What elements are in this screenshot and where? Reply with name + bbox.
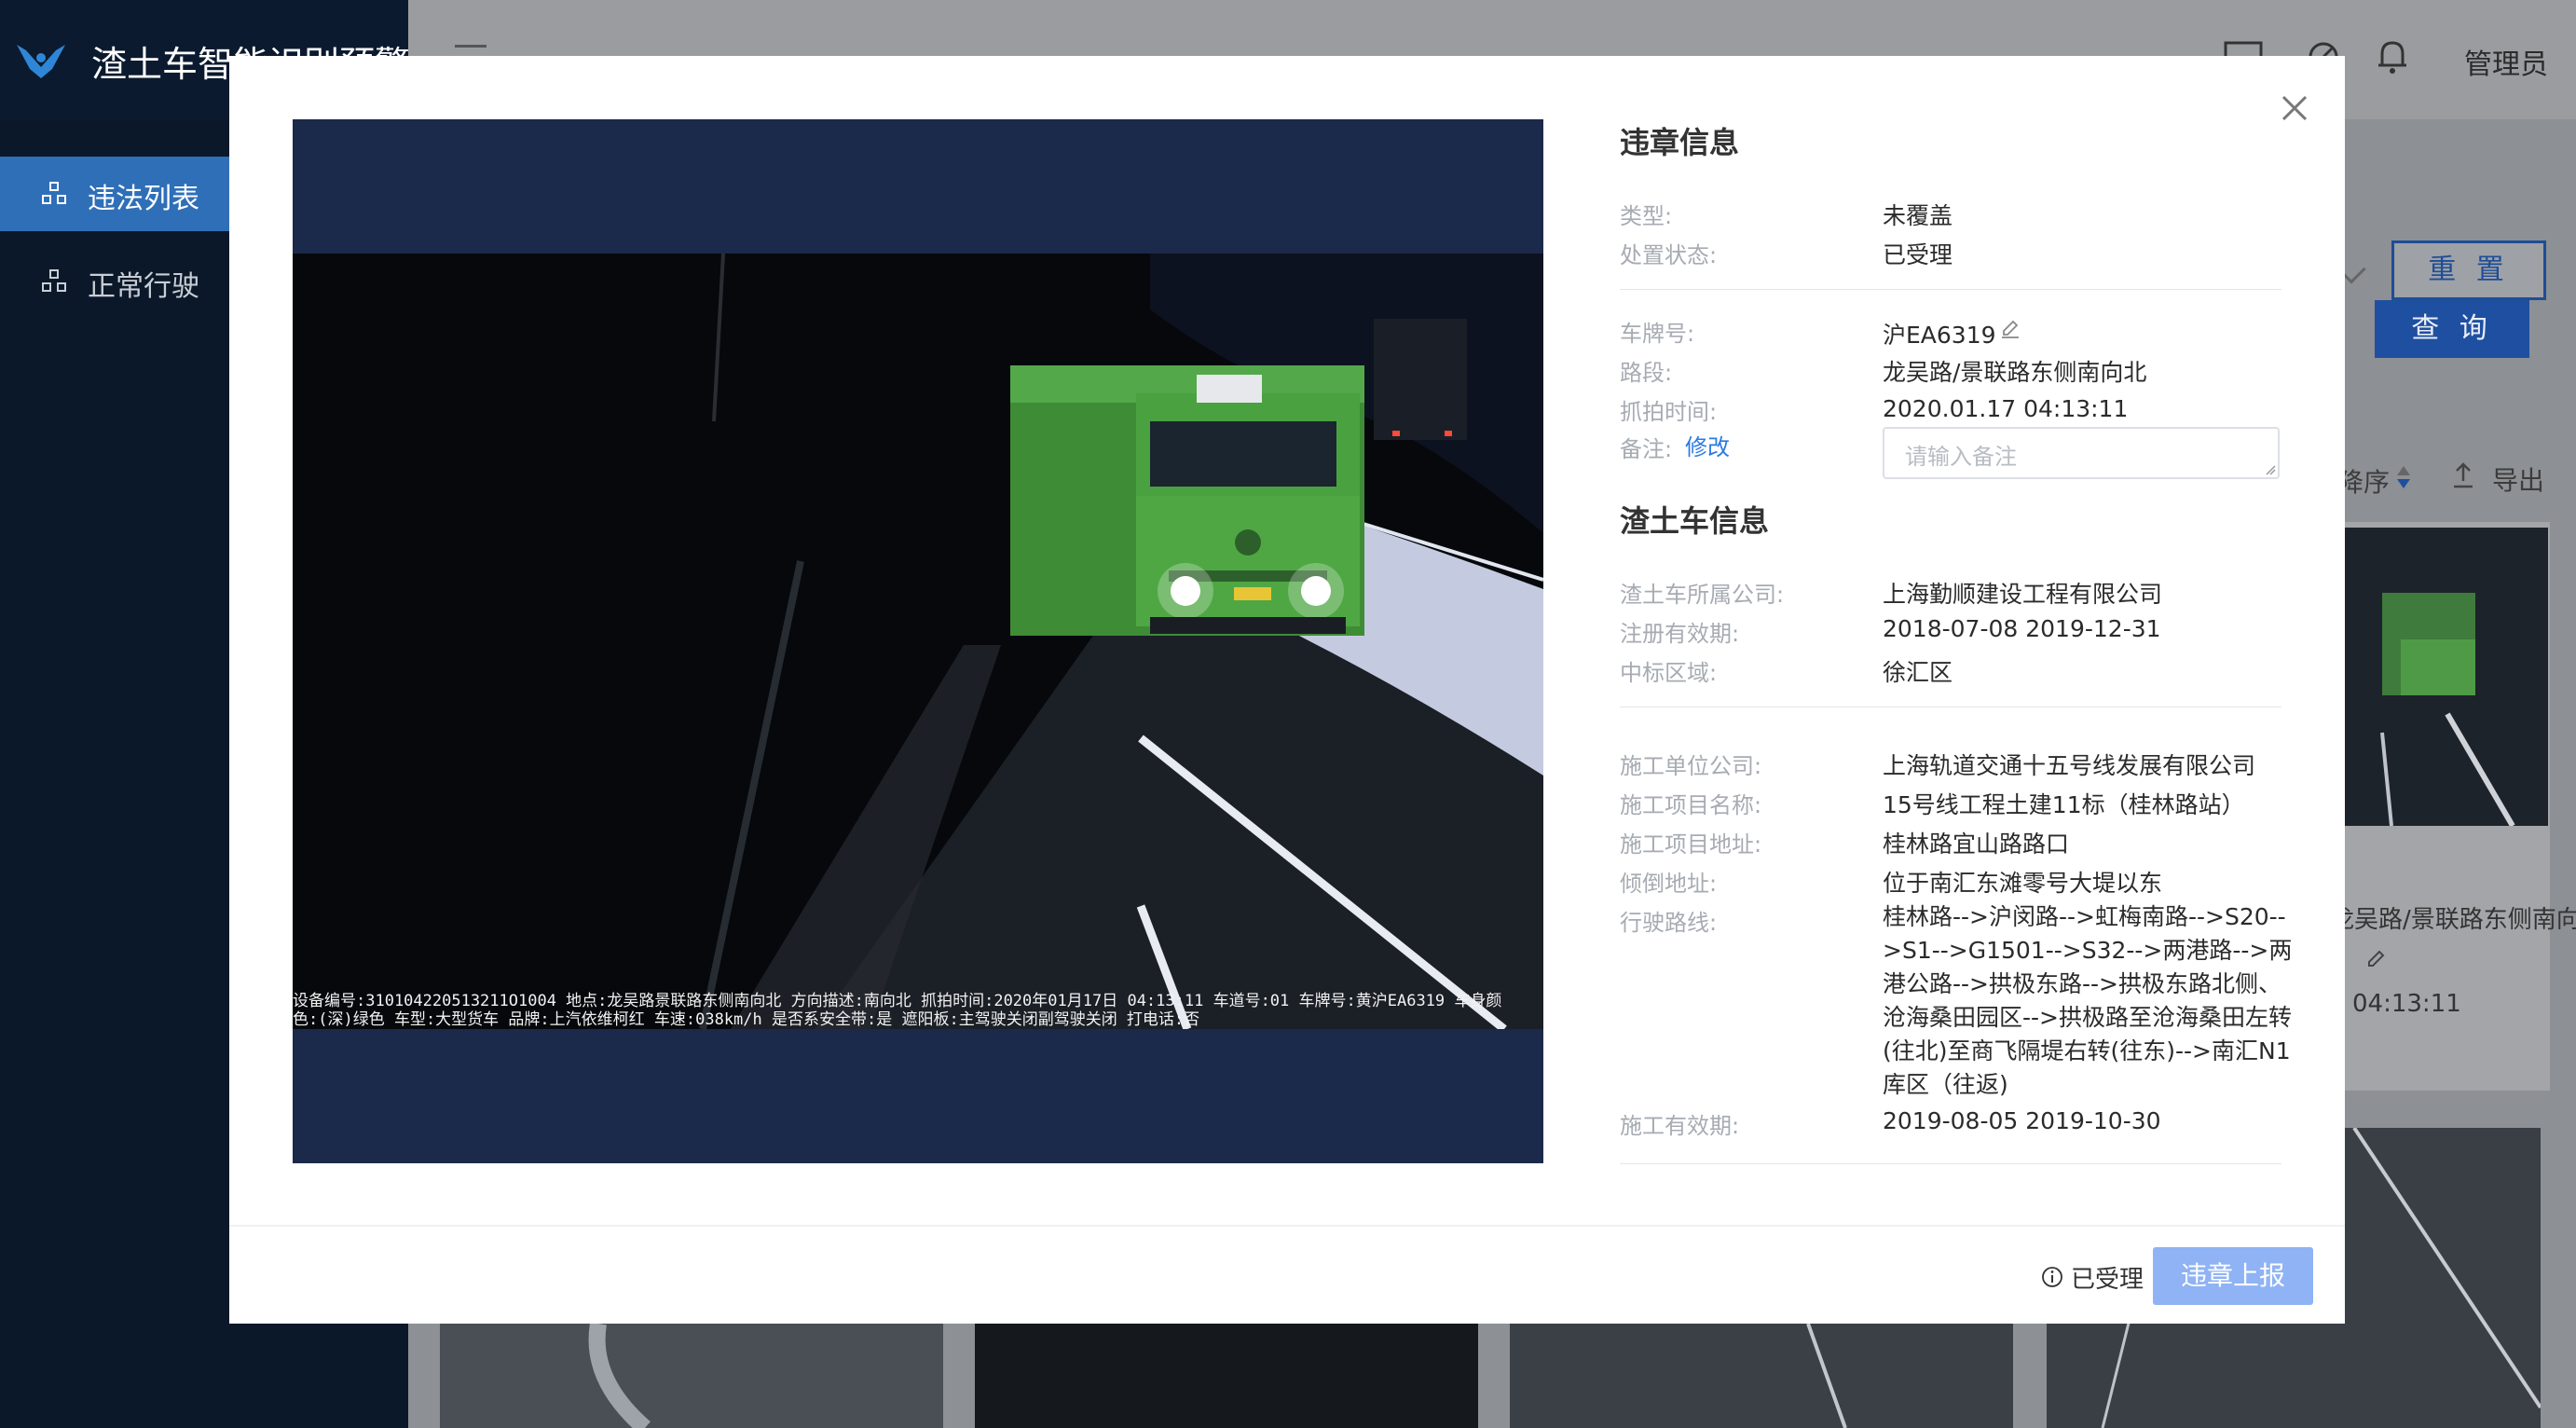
report-violation-button[interactable]: 违章上报 xyxy=(2153,1247,2313,1305)
capture-time-label: 抓拍时间: xyxy=(1620,399,1718,425)
user-menu[interactable]: 管理员 xyxy=(2464,41,2548,82)
close-icon[interactable] xyxy=(2276,89,2313,127)
dump-address-value: 位于南汇东滩零号大堤以东 xyxy=(1883,870,2163,897)
remark-edit-link[interactable]: 修改 xyxy=(1685,429,1730,461)
type-value: 未覆盖 xyxy=(1883,202,1953,229)
road-label: 路段: xyxy=(1620,360,1673,386)
sort-icon[interactable] xyxy=(2395,464,2412,490)
record-thumbnail xyxy=(2345,528,2548,826)
export-icon[interactable] xyxy=(2451,462,2475,488)
registration-label: 注册有效期: xyxy=(1620,621,1740,647)
violation-section-title: 违章信息 xyxy=(1620,125,1740,160)
sidebar-item-label: 违法列表 xyxy=(88,183,199,215)
project-address-value: 桂林路宜山路路口 xyxy=(1883,831,2070,858)
project-name-value: 15号线工程土建11标（桂林路站） xyxy=(1883,791,2245,818)
capture-time-value: 2020.01.17 04:13:11 xyxy=(1883,395,2129,422)
record-thumbnail[interactable] xyxy=(440,1324,943,1428)
registration-value: 2018-07-08 2019-12-31 xyxy=(1883,615,2161,642)
search-button[interactable]: 查 询 xyxy=(2375,300,2529,358)
type-label: 类型: xyxy=(1620,203,1673,229)
logo-icon xyxy=(17,45,65,78)
divider xyxy=(1620,289,2281,290)
plate-value: 沪EA6319 xyxy=(1883,322,1996,349)
remark-input[interactable] xyxy=(1883,427,2280,479)
record-time: 04:13:11 xyxy=(2352,990,2461,1018)
record-card[interactable]: 龙吴路/景联路东侧南向北 04:13:11 xyxy=(2330,522,2576,1091)
divider xyxy=(1620,1163,2281,1164)
grid-icon xyxy=(42,182,66,204)
project-name-label: 施工项目名称: xyxy=(1620,792,1762,818)
violation-photo[interactable] xyxy=(293,254,1543,1029)
status-value: 已受理 xyxy=(1883,241,1953,268)
truck-company-value: 上海勤顺建设工程有限公司 xyxy=(1883,581,2163,608)
construction-company-value: 上海轨道交通十五号线发展有限公司 xyxy=(1883,752,2256,779)
record-thumbnail[interactable] xyxy=(975,1324,1478,1428)
handling-status-text: 已受理 xyxy=(2071,1266,2144,1294)
construction-company-label: 施工单位公司: xyxy=(1620,753,1762,779)
edit-icon[interactable] xyxy=(2000,319,2021,339)
remark-label: 备注: xyxy=(1620,436,1673,462)
grid-icon xyxy=(42,269,66,292)
route-label: 行驶路线: xyxy=(1620,910,1718,936)
construction-validity-label: 施工有效期: xyxy=(1620,1113,1740,1139)
route-value: 桂林路-->沪闵路-->虹梅南路-->S20-->S1-->G1501-->S3… xyxy=(1883,903,2293,1098)
edit-icon[interactable] xyxy=(2365,949,2386,969)
truck-section-title: 渣土车信息 xyxy=(1620,503,1770,539)
status-label: 处置状态: xyxy=(1620,242,1718,268)
sidebar-item-label: 正常行驶 xyxy=(88,270,199,303)
resize-grip-icon[interactable] xyxy=(2265,464,2276,475)
dialog-footer-divider xyxy=(229,1225,2345,1227)
plate-label: 车牌号: xyxy=(1620,321,1695,347)
construction-validity-value: 2019-08-05 2019-10-30 xyxy=(1883,1107,2161,1134)
bid-area-value: 徐汇区 xyxy=(1883,659,1953,686)
road-value: 龙吴路/景联路东侧南向北 xyxy=(1883,359,2147,386)
info-icon xyxy=(2042,1267,2062,1287)
dump-address-label: 倾倒地址: xyxy=(1620,871,1718,897)
photo-caption: 设备编号:310104220513211O1004 地点:龙吴路景联路东侧南向北… xyxy=(293,992,1502,1029)
record-location: 龙吴路/景联路东侧南向北 xyxy=(2330,906,2576,934)
project-address-label: 施工项目地址: xyxy=(1620,831,1762,858)
sort-label[interactable]: 降序 xyxy=(2337,462,2390,500)
bell-icon[interactable] xyxy=(2371,35,2414,78)
export-button[interactable]: 导出 xyxy=(2492,460,2544,498)
truck-company-label: 渣土车所属公司: xyxy=(1620,582,1785,608)
record-thumbnail[interactable] xyxy=(1510,1324,2013,1428)
reset-button[interactable]: 重 置 xyxy=(2391,240,2546,300)
bid-area-label: 中标区域: xyxy=(1620,660,1718,686)
